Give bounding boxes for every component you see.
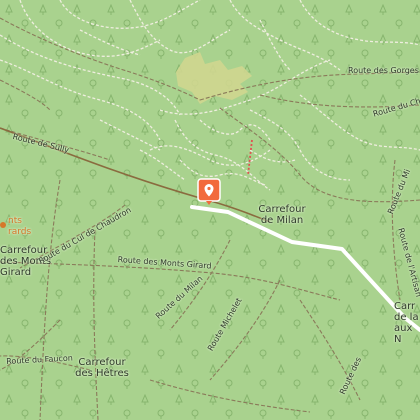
place-carrefour-right[interactable]: Carr de la aux N xyxy=(394,301,420,345)
place-carrefour-hetres[interactable]: Carrefour des Hêtres xyxy=(74,357,130,379)
location-pin-icon xyxy=(197,178,221,205)
location-marker[interactable] xyxy=(197,178,223,206)
poi-label-left[interactable]: nts rards xyxy=(8,216,31,238)
place-carrefour-milan[interactable]: Carrefour de Milan xyxy=(252,204,312,226)
poi-orange-dot xyxy=(0,222,6,228)
road-route-gorges: Route des Gorges xyxy=(348,66,419,75)
map-canvas[interactable]: Carrefour de Milan Carrefour des Hêtres … xyxy=(0,0,420,420)
